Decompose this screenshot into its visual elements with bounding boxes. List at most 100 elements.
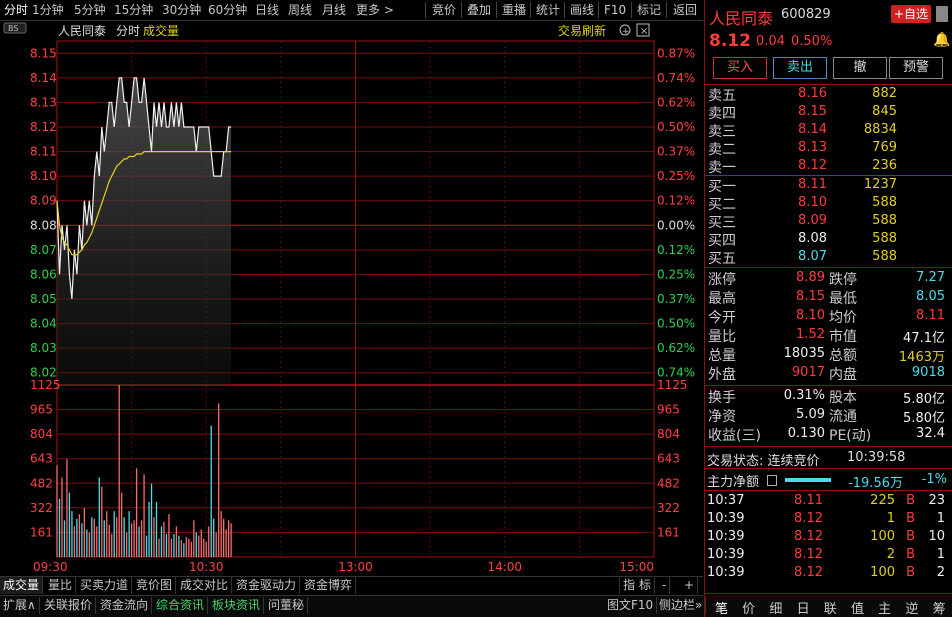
volume-axis-label: 804 bbox=[30, 427, 53, 441]
quote-panel: 人民同泰 600829 +自选 8.12 0.04 0.50% 🔔 买入 卖出 … bbox=[704, 0, 952, 617]
stat-value: 9018 bbox=[911, 365, 945, 380]
ask-volume[interactable]: 236 bbox=[835, 158, 897, 173]
tab-capital-game[interactable]: 资金博弈 bbox=[301, 577, 357, 594]
stat-value: 0.130 bbox=[787, 426, 825, 441]
pct-axis-label: 0.37% bbox=[657, 145, 695, 159]
volume-axis-label-right: 482 bbox=[657, 476, 680, 490]
tab-auction-chart[interactable]: 竞价图 bbox=[133, 577, 177, 594]
stat-label: 收益(三) bbox=[708, 428, 761, 444]
bid-volume[interactable]: 1237 bbox=[835, 177, 897, 192]
tab-intraday[interactable]: 分时 bbox=[4, 1, 28, 19]
f10-button[interactable]: F10 bbox=[604, 1, 626, 19]
ask-price[interactable]: 8.13 bbox=[765, 140, 827, 155]
capital-flow-tab[interactable]: 资金流向 bbox=[97, 597, 153, 614]
back-button[interactable]: 返回 bbox=[673, 1, 697, 19]
tab-30min[interactable]: 30分钟 bbox=[162, 1, 201, 19]
tab-volume[interactable]: 成交量 bbox=[0, 577, 44, 594]
stat-value: 32.4 bbox=[916, 426, 945, 441]
stat-label: 换手 bbox=[708, 390, 736, 406]
panel-tab[interactable]: 价 bbox=[736, 598, 761, 617]
ask-price[interactable]: 8.15 bbox=[765, 104, 827, 119]
ask-volume[interactable]: 769 bbox=[835, 140, 897, 155]
pct-axis-label: 0.37% bbox=[657, 292, 695, 306]
ask-volume[interactable]: 8834 bbox=[835, 122, 897, 137]
ask-price[interactable]: 8.12 bbox=[765, 158, 827, 173]
panel-tab[interactable]: 主 bbox=[872, 598, 897, 617]
related-quote-tab[interactable]: 关联报价 bbox=[41, 597, 97, 614]
panel-tab[interactable]: 日 bbox=[791, 598, 816, 617]
bid-price[interactable]: 8.08 bbox=[765, 231, 827, 246]
bid-volume[interactable]: 588 bbox=[835, 231, 897, 246]
tab-60min[interactable]: 60分钟 bbox=[208, 1, 247, 19]
tab-capital-drive[interactable]: 资金驱动力 bbox=[233, 577, 301, 594]
panel-tab[interactable]: 逆 bbox=[899, 598, 924, 617]
tab-15min[interactable]: 15分钟 bbox=[114, 1, 153, 19]
price-axis-label: 8.13 bbox=[30, 95, 57, 109]
stat-label: 最高 bbox=[708, 291, 736, 307]
tab-monthly[interactable]: 月线 bbox=[322, 1, 346, 19]
bid-volume[interactable]: 588 bbox=[835, 249, 897, 264]
sidebar-toggle[interactable]: 侧边栏» bbox=[656, 597, 707, 614]
ask-level-label: 卖二 bbox=[708, 142, 736, 158]
tab-more[interactable]: 更多 > bbox=[356, 1, 394, 19]
main-flow-icon[interactable] bbox=[767, 475, 777, 486]
tab-volume-ratio[interactable]: 量比 bbox=[45, 577, 77, 594]
replay-button[interactable]: 重播 bbox=[502, 1, 526, 19]
menu-icon[interactable] bbox=[936, 6, 948, 22]
time-axis-label: 09:30 bbox=[33, 560, 68, 574]
tick-side: B bbox=[906, 565, 915, 580]
cancel-order-button[interactable]: 撤 bbox=[833, 57, 887, 79]
price-axis-label: 8.10 bbox=[30, 169, 57, 183]
volume-axis-label: 965 bbox=[30, 402, 53, 416]
toolbar-divider bbox=[666, 2, 667, 18]
tick-volume: 100 bbox=[870, 565, 895, 580]
tab-5min[interactable]: 5分钟 bbox=[74, 1, 106, 19]
sell-button[interactable]: 卖出 bbox=[773, 57, 827, 79]
ask-price[interactable]: 8.16 bbox=[765, 86, 827, 101]
zoom-out-button[interactable]: - bbox=[659, 577, 671, 594]
tick-time: 10:39 bbox=[707, 529, 745, 544]
bell-icon[interactable]: 🔔 bbox=[933, 32, 950, 48]
ask-volume[interactable]: 882 bbox=[835, 86, 897, 101]
ask-board-tab[interactable]: 问董秘 bbox=[265, 597, 309, 614]
zoom-in-button[interactable]: + bbox=[681, 577, 699, 594]
tick-time: 10:37 bbox=[707, 493, 745, 508]
panel-tab[interactable]: 值 bbox=[845, 598, 870, 617]
volume-axis-label-right: 161 bbox=[657, 525, 680, 539]
news-tab[interactable]: 综合资讯 bbox=[153, 597, 209, 614]
tab-daily[interactable]: 日线 bbox=[255, 1, 279, 19]
ask-price[interactable]: 8.14 bbox=[765, 122, 827, 137]
overlay-button[interactable]: 叠加 bbox=[467, 1, 491, 19]
main-flow-pct: -1% bbox=[921, 472, 947, 487]
bid-level-label: 买三 bbox=[708, 215, 736, 231]
f10-text-tab[interactable]: 图文F10 bbox=[604, 597, 658, 614]
mark-button[interactable]: 标记 bbox=[637, 1, 661, 19]
indicator-button[interactable]: 指 标 bbox=[619, 577, 655, 594]
draw-button[interactable]: 画线 bbox=[570, 1, 594, 19]
bid-volume[interactable]: 588 bbox=[835, 195, 897, 210]
stats-button[interactable]: 统计 bbox=[536, 1, 560, 19]
ask-volume[interactable]: 845 bbox=[835, 104, 897, 119]
tab-weekly[interactable]: 周线 bbox=[288, 1, 312, 19]
tab-1min[interactable]: 1分钟 bbox=[32, 1, 64, 19]
bid-price[interactable]: 8.07 bbox=[765, 249, 827, 264]
bid-volume[interactable]: 588 bbox=[835, 213, 897, 228]
intraday-chart[interactable]: 8.15 8.14 8.13 8.12 8.11 8.10 8.09 8.08 8.07 8.06… bbox=[0, 21, 703, 575]
chart-canvas[interactable]: 8.15 8.14 8.13 8.12 8.11 8.10 8.09 8.08 8.07 8.06… bbox=[0, 21, 703, 575]
trade-refresh-label[interactable]: 交易刷新 bbox=[558, 23, 606, 38]
bid-price[interactable]: 8.10 bbox=[765, 195, 827, 210]
bid-price[interactable]: 8.11 bbox=[765, 177, 827, 192]
panel-tab[interactable]: 筹 bbox=[927, 598, 952, 617]
tab-trade-compare[interactable]: 成交对比 bbox=[177, 577, 233, 594]
buy-button[interactable]: 买入 bbox=[713, 57, 767, 79]
bid-price[interactable]: 8.09 bbox=[765, 213, 827, 228]
tab-buy-sell-power[interactable]: 买卖力道 bbox=[77, 577, 133, 594]
sector-news-tab[interactable]: 板块资讯 bbox=[209, 597, 265, 614]
panel-tab[interactable]: 笔 bbox=[709, 598, 734, 617]
panel-tab[interactable]: 细 bbox=[763, 598, 788, 617]
auction-button[interactable]: 竞价 bbox=[432, 1, 456, 19]
alert-button[interactable]: 预警 bbox=[889, 57, 943, 79]
expand-button[interactable]: 扩展∧ bbox=[0, 597, 40, 614]
panel-tab[interactable]: 联 bbox=[818, 598, 843, 617]
add-watchlist-button[interactable]: +自选 bbox=[891, 5, 931, 23]
